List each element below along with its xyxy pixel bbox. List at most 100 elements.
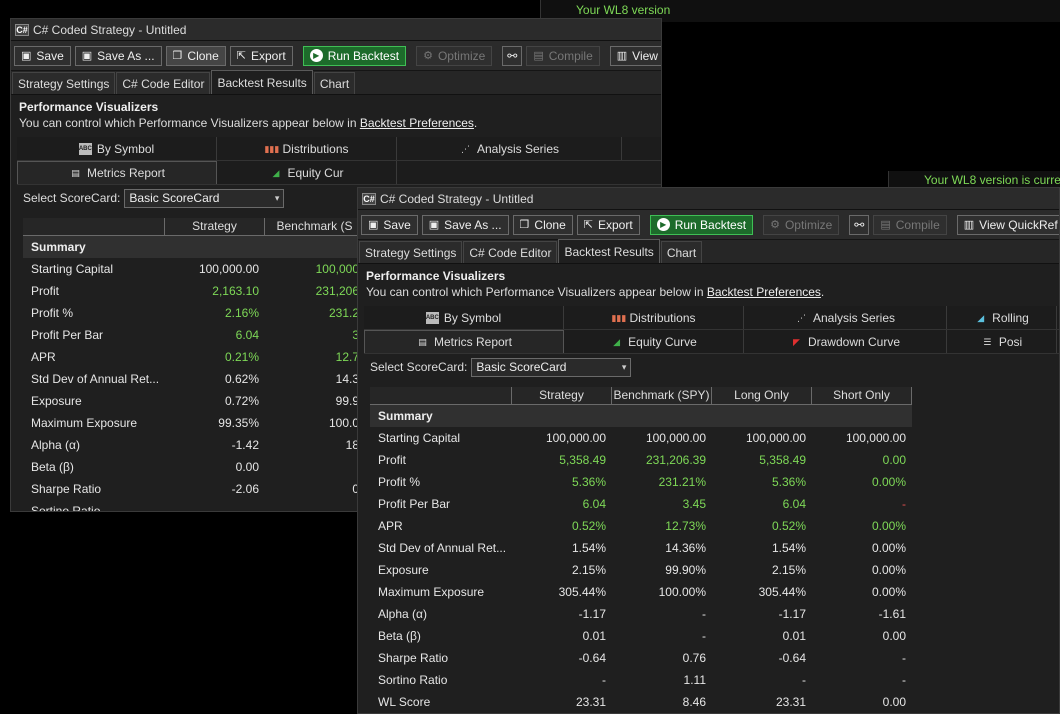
metric-value: - — [902, 673, 906, 687]
metric-label: Std Dev of Annual Ret... — [378, 541, 507, 555]
clone-button[interactable]: ❐ Clone — [165, 45, 226, 66]
column-header[interactable]: Short Only — [812, 387, 912, 405]
summary-section-header: Summary — [23, 236, 365, 258]
visualizer-tab-metrics-report[interactable]: ▤ Metrics Report — [17, 161, 217, 184]
tab-strategy-settings[interactable]: Strategy Settings — [12, 72, 116, 94]
visualizer-tabs-row-1: ABC By Symbol ▮▮▮ Distributions ⋰ Analysis … — [364, 306, 1059, 330]
compile-icon: ▤ — [533, 50, 544, 62]
metric-label: APR — [31, 350, 56, 364]
rolling-chart-icon: ◢ — [977, 312, 985, 323]
visualizer-tab-metrics-report[interactable]: ▤ Metrics Report — [364, 330, 564, 353]
visualizer-tab-rolling[interactable]: ◢ Rolling — [947, 306, 1057, 329]
tab-code-editor[interactable]: C# Code Editor — [463, 241, 558, 263]
metric-value: 5,358.49 — [559, 453, 606, 467]
performance-visualizers-subtitle: You can control which Performance Visual… — [366, 285, 825, 299]
column-header[interactable]: Strategy — [165, 218, 265, 236]
table-row: Maximum Exposure 305.44% 100.00% 305.44% 0.0… — [370, 581, 912, 603]
metric-value: 3.45 — [682, 497, 706, 511]
metric-value: 23.31 — [575, 695, 606, 709]
metric-value: -1.17 — [578, 607, 606, 621]
metrics-grid: Strategy Benchmark (SPY) Long Only Short On… — [370, 387, 912, 713]
visualizer-tab-by-symbol[interactable]: ABC By Symbol — [17, 137, 217, 160]
visualizer-tab-distributions[interactable]: ▮▮▮ Distributions — [564, 306, 744, 329]
save-button[interactable]: ▣ Save — [361, 214, 418, 235]
chevron-down-icon: ▾ — [274, 192, 280, 203]
export-button[interactable]: ⇱ Export — [576, 214, 640, 235]
save-button[interactable]: ▣ Save — [14, 45, 71, 66]
column-header[interactable]: Strategy — [512, 387, 612, 405]
visualizer-tab-distributions[interactable]: ▮▮▮ Distributions — [217, 137, 397, 160]
metric-label: Beta (β) — [378, 629, 421, 643]
backtest-preferences-link[interactable]: Backtest Preferences — [360, 116, 474, 130]
run-backtest-button[interactable]: ▶ Run Backtest — [649, 214, 754, 235]
table-row: Beta (β) 0.01 - 0.01 0.00 — [370, 625, 912, 647]
abc-icon: ABC — [78, 142, 92, 155]
metric-value: 0 — [352, 482, 359, 496]
visualizer-tab-analysis-series[interactable]: ⋰ Analysis Series — [397, 137, 622, 160]
visualizer-tab-positions[interactable]: ☰ Posi — [947, 330, 1057, 353]
column-header[interactable]: Benchmark (S — [265, 218, 365, 236]
run-backtest-button[interactable]: ▶ Run Backtest — [302, 45, 407, 66]
disk-icon: ▣ — [368, 219, 379, 231]
scorecard-select[interactable]: Basic ScoreCard ▾ — [124, 188, 285, 208]
link-button[interactable]: ⚯ — [849, 214, 870, 235]
metric-value: 8.46 — [682, 695, 706, 709]
optimize-button[interactable]: ⚙ Optimize — [763, 214, 840, 235]
save-as-button[interactable]: ▣ Save As ... — [74, 45, 162, 66]
metric-value: 2,163.10 — [212, 284, 259, 298]
metric-value: 100,000.00 — [198, 262, 259, 276]
export-button[interactable]: ⇱ Export — [229, 45, 293, 66]
metric-value: 0.21% — [224, 350, 259, 364]
view-quickref-button[interactable]: ▥ View — [609, 45, 661, 66]
table-row: Profit % 2.16% 231.2 — [23, 302, 365, 324]
metric-value: 100,000 — [315, 262, 359, 276]
link-button[interactable]: ⚯ — [502, 45, 523, 66]
metric-value: 0.01 — [582, 629, 606, 643]
table-row: APR 0.52% 12.73% 0.52% 0.00% — [370, 515, 912, 537]
table-row: Maximum Exposure 99.35% 100.0 — [23, 412, 365, 434]
series-icon: ⋰ — [460, 143, 470, 154]
metric-value: 1.54% — [571, 541, 606, 555]
tab-chart[interactable]: Chart — [660, 241, 703, 263]
table-row: Sharpe Ratio -0.64 0.76 -0.64 - — [370, 647, 912, 669]
metric-value: -0.64 — [578, 651, 606, 665]
compile-button[interactable]: ▤ Compile — [526, 45, 600, 66]
save-as-button[interactable]: ▣ Save As ... — [421, 214, 509, 235]
summary-section-header: Summary — [370, 405, 912, 427]
tab-backtest-results[interactable]: Backtest Results — [558, 239, 660, 263]
tab-chart[interactable]: Chart — [313, 72, 356, 94]
scorecard-select[interactable]: Basic ScoreCard ▾ — [471, 357, 632, 377]
tab-backtest-results[interactable]: Backtest Results — [211, 70, 313, 94]
visualizer-tab-analysis-series[interactable]: ⋰ Analysis Series — [744, 306, 947, 329]
metric-value: 305.44% — [758, 585, 806, 599]
metric-value: 231,206.39 — [645, 453, 706, 467]
performance-visualizers-title: Performance Visualizers — [366, 269, 506, 283]
metric-value: 0.76 — [682, 651, 706, 665]
view-quickref-button[interactable]: ▥ View QuickRef — [956, 214, 1059, 235]
tab-code-editor[interactable]: C# Code Editor — [116, 72, 211, 94]
title-bar[interactable]: C# C# Coded Strategy - Untitled — [11, 19, 661, 41]
optimize-button[interactable]: ⚙ Optimize — [416, 45, 493, 66]
visualizer-tab-drawdown-curve[interactable]: ◤ Drawdown Curve — [744, 330, 947, 353]
visualizer-tab-equity-curve[interactable]: ◢ Equity Cur — [217, 161, 397, 184]
backtest-preferences-link[interactable]: Backtest Preferences — [707, 285, 821, 299]
column-header[interactable]: Benchmark (SPY) — [612, 387, 712, 405]
visualizer-tab-by-symbol[interactable]: ABC By Symbol — [364, 306, 564, 329]
link-icon: ⚯ — [854, 217, 865, 232]
metric-value: 100,000.00 — [745, 431, 806, 445]
metric-value: 1.54% — [771, 541, 806, 555]
tab-strategy-settings[interactable]: Strategy Settings — [359, 241, 463, 263]
scorecard-label: Select ScoreCard: — [370, 360, 468, 374]
metric-value: 2.15% — [571, 563, 606, 577]
title-bar[interactable]: C# C# Coded Strategy - Untitled — [358, 188, 1059, 210]
clone-button[interactable]: ❐ Clone — [512, 214, 573, 235]
table-row: Sortino Ratio - — [23, 500, 365, 511]
column-header[interactable]: Long Only — [712, 387, 812, 405]
visualizer-tab-equity-curve[interactable]: ◢ Equity Curve — [564, 330, 744, 353]
play-icon: ▶ — [309, 49, 323, 62]
metric-value: 99.90% — [665, 563, 706, 577]
table-row: APR 0.21% 12.7 — [23, 346, 365, 368]
compile-button[interactable]: ▤ Compile — [873, 214, 947, 235]
clone-icon: ❐ — [519, 219, 530, 231]
metric-value: - — [702, 629, 706, 643]
